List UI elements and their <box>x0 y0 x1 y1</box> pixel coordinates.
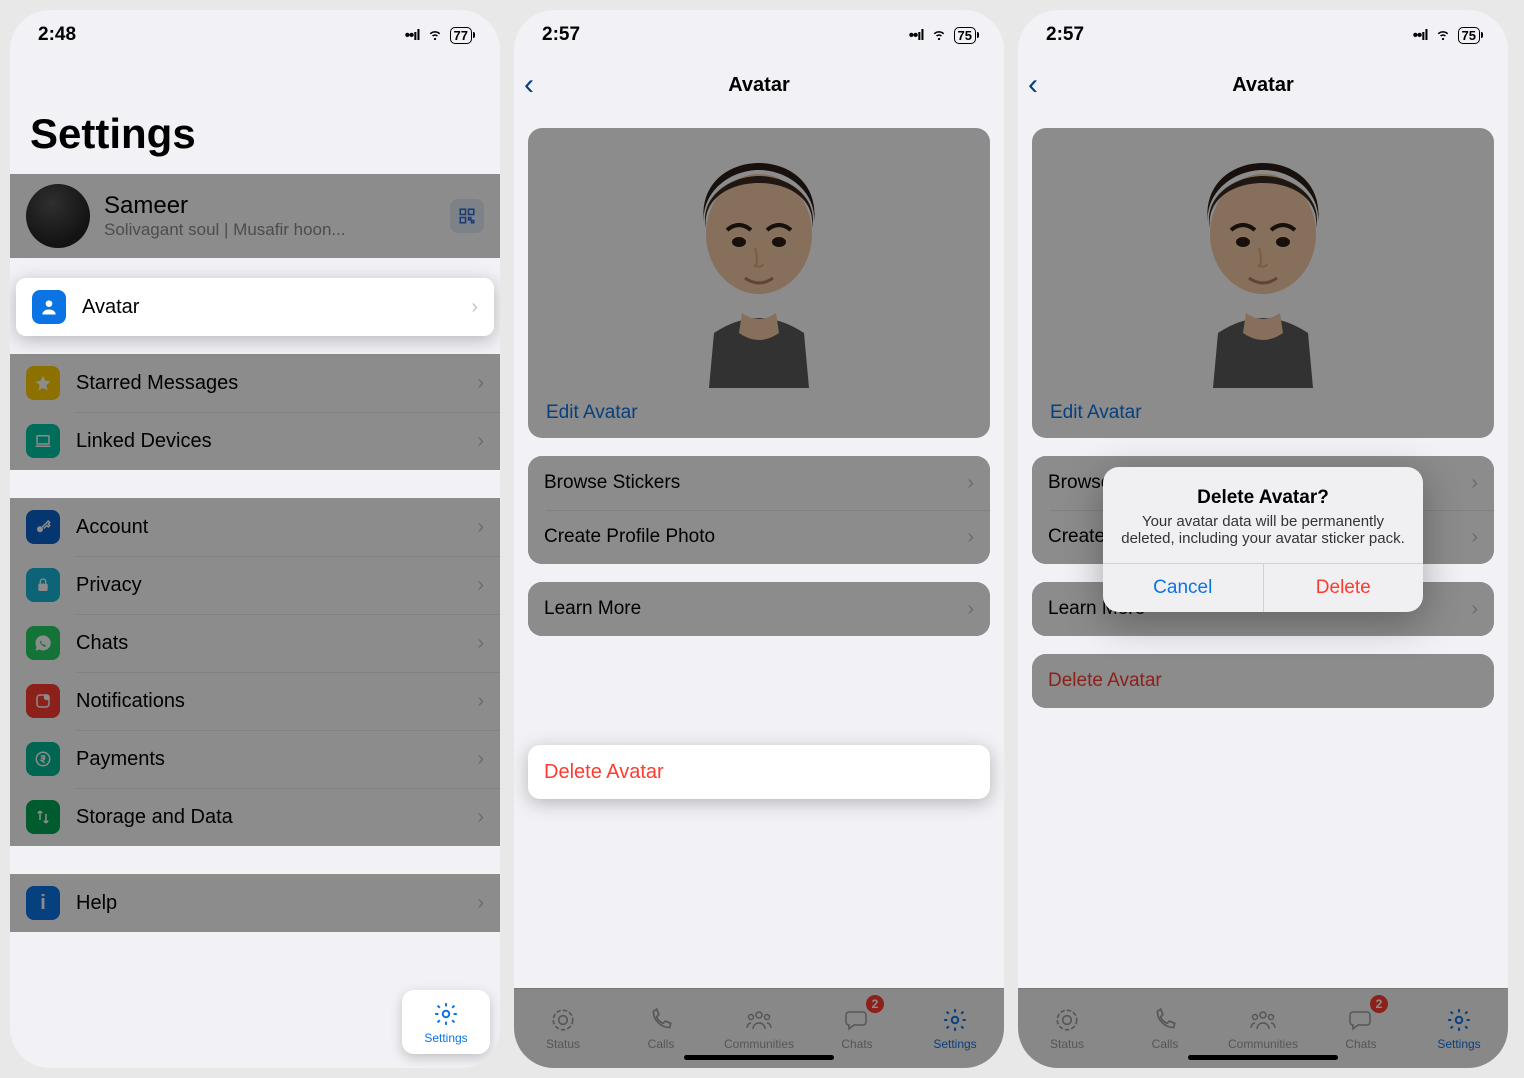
badge: 2 <box>866 995 884 1013</box>
alert-message: Your avatar data will be permanently del… <box>1121 513 1405 547</box>
tab-settings[interactable]: Settings <box>906 989 1004 1068</box>
row-account[interactable]: Account › <box>10 498 500 556</box>
learn-card: Learn More › <box>528 582 990 636</box>
wifi-icon <box>426 24 444 47</box>
star-icon <box>26 366 60 400</box>
profile-status: Solivagant soul | Musafir hoon... <box>104 220 450 240</box>
row-linked[interactable]: Linked Devices › <box>10 412 500 470</box>
profile-name: Sameer <box>104 192 450 220</box>
status-time: 2:57 <box>542 24 580 46</box>
status-icon <box>550 1006 576 1034</box>
edit-avatar-link[interactable]: Edit Avatar <box>528 388 990 438</box>
key-icon <box>26 510 60 544</box>
cellular-icon: ••ıl <box>405 27 420 44</box>
whatsapp-icon <box>26 626 60 660</box>
row-storage[interactable]: Storage and Data › <box>10 788 500 846</box>
avatar-icon <box>32 290 66 324</box>
row-create-photo[interactable]: Create Profile Photo › <box>528 510 990 564</box>
alert-title: Delete Avatar? <box>1121 487 1405 509</box>
phone-settings: 2:48 ••ıl 77 Settings Sameer Solivagant … <box>10 10 500 1068</box>
row-starred[interactable]: Starred Messages › <box>10 354 500 412</box>
chevron-right-icon: › <box>477 516 484 539</box>
row-help[interactable]: i Help › <box>10 874 500 932</box>
notification-icon <box>26 684 60 718</box>
alert-backdrop: Delete Avatar? Your avatar data will be … <box>1018 10 1508 1068</box>
avatar-preview-card: Edit Avatar <box>528 128 990 438</box>
chevron-right-icon: › <box>477 632 484 655</box>
chevron-right-icon: › <box>477 372 484 395</box>
row-chats[interactable]: Chats › <box>10 614 500 672</box>
chevron-right-icon: › <box>967 472 974 495</box>
chevron-right-icon: › <box>471 296 478 319</box>
gear-icon <box>433 1000 459 1028</box>
lock-icon <box>26 568 60 602</box>
rupee-icon <box>26 742 60 776</box>
status-time: 2:48 <box>38 24 76 46</box>
chevron-right-icon: › <box>477 806 484 829</box>
home-indicator[interactable] <box>684 1055 834 1060</box>
tab-status[interactable]: Status <box>514 989 612 1068</box>
tab-settings[interactable]: Settings <box>402 990 490 1054</box>
row-browse-stickers[interactable]: Browse Stickers › <box>528 456 990 510</box>
phone-avatar-alert: 2:57 ••ıl 75 ‹ Avatar <box>1018 10 1508 1068</box>
chevron-right-icon: › <box>477 574 484 597</box>
nav-title: Avatar <box>728 74 790 97</box>
battery-icon: 77 <box>450 27 472 44</box>
wifi-icon <box>930 24 948 47</box>
row-notifications[interactable]: Notifications › <box>10 672 500 730</box>
page-title: Settings <box>10 60 500 168</box>
profile-row[interactable]: Sameer Solivagant soul | Musafir hoon... <box>10 174 500 258</box>
profile-photo <box>26 184 90 248</box>
actions-card: Browse Stickers › Create Profile Photo › <box>528 456 990 564</box>
row-avatar[interactable]: Avatar › <box>16 278 494 336</box>
arrows-icon <box>26 800 60 834</box>
info-icon: i <box>26 886 60 920</box>
gear-icon <box>942 1006 968 1034</box>
communities-icon <box>744 1006 774 1034</box>
row-learn-more[interactable]: Learn More › <box>528 582 990 636</box>
row-payments[interactable]: Payments › <box>10 730 500 788</box>
row-delete-avatar[interactable]: Delete Avatar <box>528 745 990 799</box>
chevron-right-icon: › <box>967 526 974 549</box>
chevron-right-icon: › <box>477 430 484 453</box>
qr-code-icon[interactable] <box>450 199 484 233</box>
row-privacy[interactable]: Privacy › <box>10 556 500 614</box>
back-button[interactable]: ‹ <box>524 68 534 102</box>
alert-cancel-button[interactable]: Cancel <box>1103 564 1264 612</box>
cellular-icon: ••ıl <box>909 27 924 44</box>
chevron-right-icon: › <box>477 690 484 713</box>
battery-icon: 75 <box>954 27 976 44</box>
phone-avatar: 2:57 ••ıl 75 ‹ Avatar <box>514 10 1004 1068</box>
chevron-right-icon: › <box>477 748 484 771</box>
row-label: Avatar <box>82 296 471 319</box>
chevron-right-icon: › <box>477 892 484 915</box>
avatar-preview <box>528 128 990 388</box>
alert-delete-button[interactable]: Delete <box>1264 564 1424 612</box>
chevron-right-icon: › <box>967 598 974 621</box>
delete-avatar-alert: Delete Avatar? Your avatar data will be … <box>1103 467 1423 612</box>
phone-icon <box>648 1006 674 1034</box>
laptop-icon <box>26 424 60 458</box>
nav-bar: ‹ Avatar <box>514 60 1004 110</box>
status-bar: 2:57 ••ıl 75 <box>514 10 1004 60</box>
status-bar: 2:48 ••ıl 77 <box>10 10 500 60</box>
